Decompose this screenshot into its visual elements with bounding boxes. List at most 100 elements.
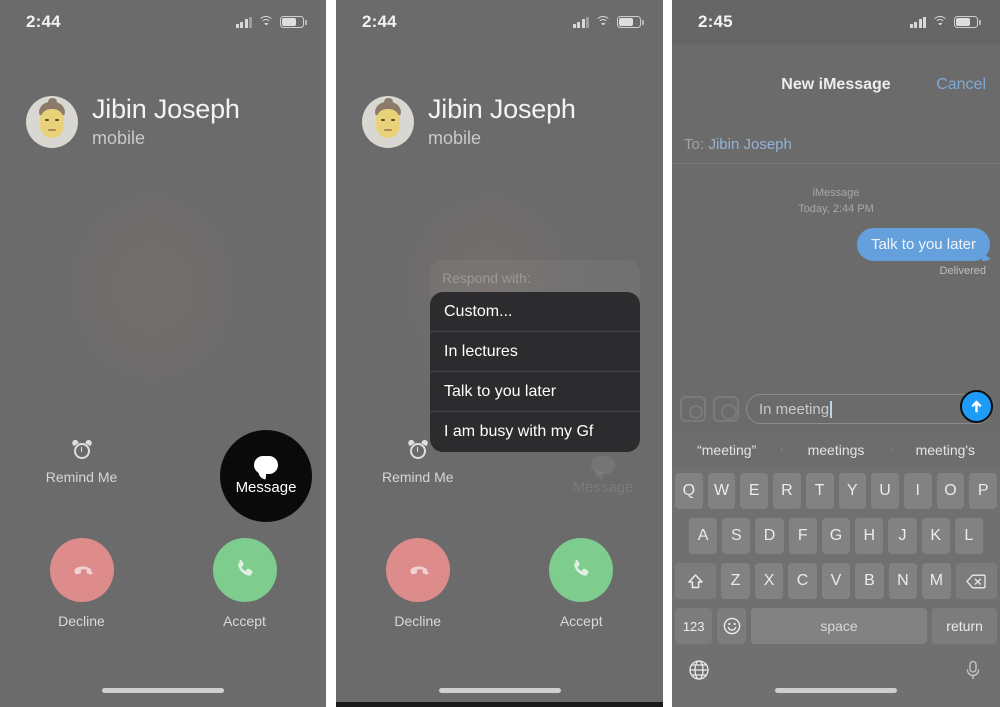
key-r[interactable]: R [773,473,801,509]
alarm-clock-icon [70,438,93,460]
key-h[interactable]: H [855,518,884,554]
key-d[interactable]: D [755,518,784,554]
key-k[interactable]: K [921,518,950,554]
numbers-key[interactable]: 123 [675,608,713,644]
caller-line-label: mobile [428,127,482,148]
key-s[interactable]: S [722,518,751,554]
onscreen-keyboard: Q W E R T Y U I O P A S D F G H J K L Z … [672,467,1000,707]
memoji-avatar [26,95,78,148]
caller-name: Jibin Joseph [92,94,240,124]
cellular-signal-icon [909,16,926,28]
microphone-icon[interactable] [962,659,984,681]
status-bar: 2:45 [672,0,1000,44]
delivery-receipt: Delivered [939,265,986,277]
wifi-icon [932,16,948,28]
panel-incoming-call: 2:44 Jibin Joseph mobile Remind Me Messa… [0,0,326,707]
key-m[interactable]: M [922,563,951,599]
accept-label: Accept [559,613,603,629]
primary-actions-row: Decline Accept [336,538,663,629]
phone-icon [566,555,596,585]
space-key[interactable]: space [750,608,928,644]
home-indicator[interactable] [775,688,897,693]
key-e[interactable]: E [740,473,769,509]
compose-bar: In meeting [672,386,1000,432]
message-thread: Talk to you later Delivered [856,228,990,277]
panel-respond-with: 2:44 Jibin Joseph mobile Remind Me Messa… [336,0,663,707]
key-j[interactable]: J [888,518,917,554]
alarm-clock-icon [406,438,429,460]
keyboard-row-2: A S D F G H J K L [672,518,1000,554]
message-input-value: In meeting [759,400,830,418]
message-button[interactable]: Message [220,430,312,522]
decline-circle [385,538,450,602]
recipient-field[interactable]: To: Jibin Joseph [672,136,1000,164]
panel-divider-2 [663,0,672,707]
key-o[interactable]: O [936,473,965,509]
caller-name: Jibin Joseph [428,94,576,124]
send-button[interactable] [960,390,993,423]
cancel-button[interactable]: Cancel [936,76,986,94]
remind-me-button[interactable]: Remind Me [0,438,163,485]
key-a[interactable]: A [689,518,718,554]
decline-button[interactable]: Decline [0,538,163,629]
shift-key[interactable] [675,563,717,599]
emoji-key[interactable] [717,608,746,644]
battery-icon [280,16,307,28]
key-b[interactable]: B [855,563,884,599]
key-q[interactable]: Q [674,473,703,509]
suggestion-2[interactable]: meeting's [890,442,1000,458]
key-u[interactable]: U [871,473,899,509]
caller-info: Jibin Joseph mobile [362,94,576,149]
home-indicator[interactable] [102,688,224,693]
globe-icon[interactable] [688,659,710,681]
key-g[interactable]: G [821,518,851,554]
primary-actions-row: Decline Accept [0,538,326,629]
backspace-key[interactable] [955,563,997,599]
respond-option-talk-later[interactable]: Talk to you later [430,372,640,412]
key-l[interactable]: L [954,518,983,554]
phone-down-icon [67,555,97,585]
key-f[interactable]: F [788,518,817,554]
caller-info: Jibin Joseph mobile [26,94,240,149]
status-indicators [572,16,644,28]
keyboard-bottom-row [672,653,1000,681]
status-indicators [909,16,981,28]
key-x[interactable]: X [754,563,784,599]
respond-option-in-lectures[interactable]: In lectures [430,332,640,372]
decline-button[interactable]: Decline [336,538,500,629]
key-v[interactable]: V [821,563,851,599]
accept-circle [549,538,614,602]
background-blur [58,180,268,420]
accept-button[interactable]: Accept [163,538,326,629]
key-t[interactable]: T [805,473,834,509]
cellular-signal-icon [235,16,252,28]
status-bar: 2:44 [0,0,326,44]
navigation-bar: New iMessage Cancel [672,76,1000,106]
key-n[interactable]: N [888,563,918,599]
return-key[interactable]: return [932,608,997,644]
wifi-icon [258,16,274,28]
respond-option-custom[interactable]: Custom... [430,292,640,332]
key-p[interactable]: P [969,473,998,509]
camera-icon[interactable] [680,396,706,422]
key-y[interactable]: Y [838,473,867,509]
key-w[interactable]: W [707,473,736,509]
message-label: Message [572,479,634,496]
respond-with-label: Respond with: [442,270,531,286]
respond-option-busy-gf[interactable]: I am busy with my Gf [430,412,640,452]
message-label: Message [235,479,297,496]
key-z[interactable]: Z [721,563,750,599]
panel-divider-1 [326,0,336,707]
remind-me-label: Remind Me [381,469,454,485]
key-c[interactable]: C [788,563,817,599]
suggestion-0[interactable]: “meeting” [672,442,781,458]
app-store-icon[interactable] [713,396,739,422]
home-indicator[interactable] [438,688,561,693]
message-input[interactable]: In meeting [746,390,993,424]
decline-label: Decline [58,613,105,629]
panel-bottom-edge [336,702,663,707]
outgoing-message-bubble[interactable]: Talk to you later [856,228,990,261]
key-i[interactable]: I [903,473,932,509]
suggestion-1[interactable]: meetings [781,442,890,458]
accept-button[interactable]: Accept [500,538,664,629]
